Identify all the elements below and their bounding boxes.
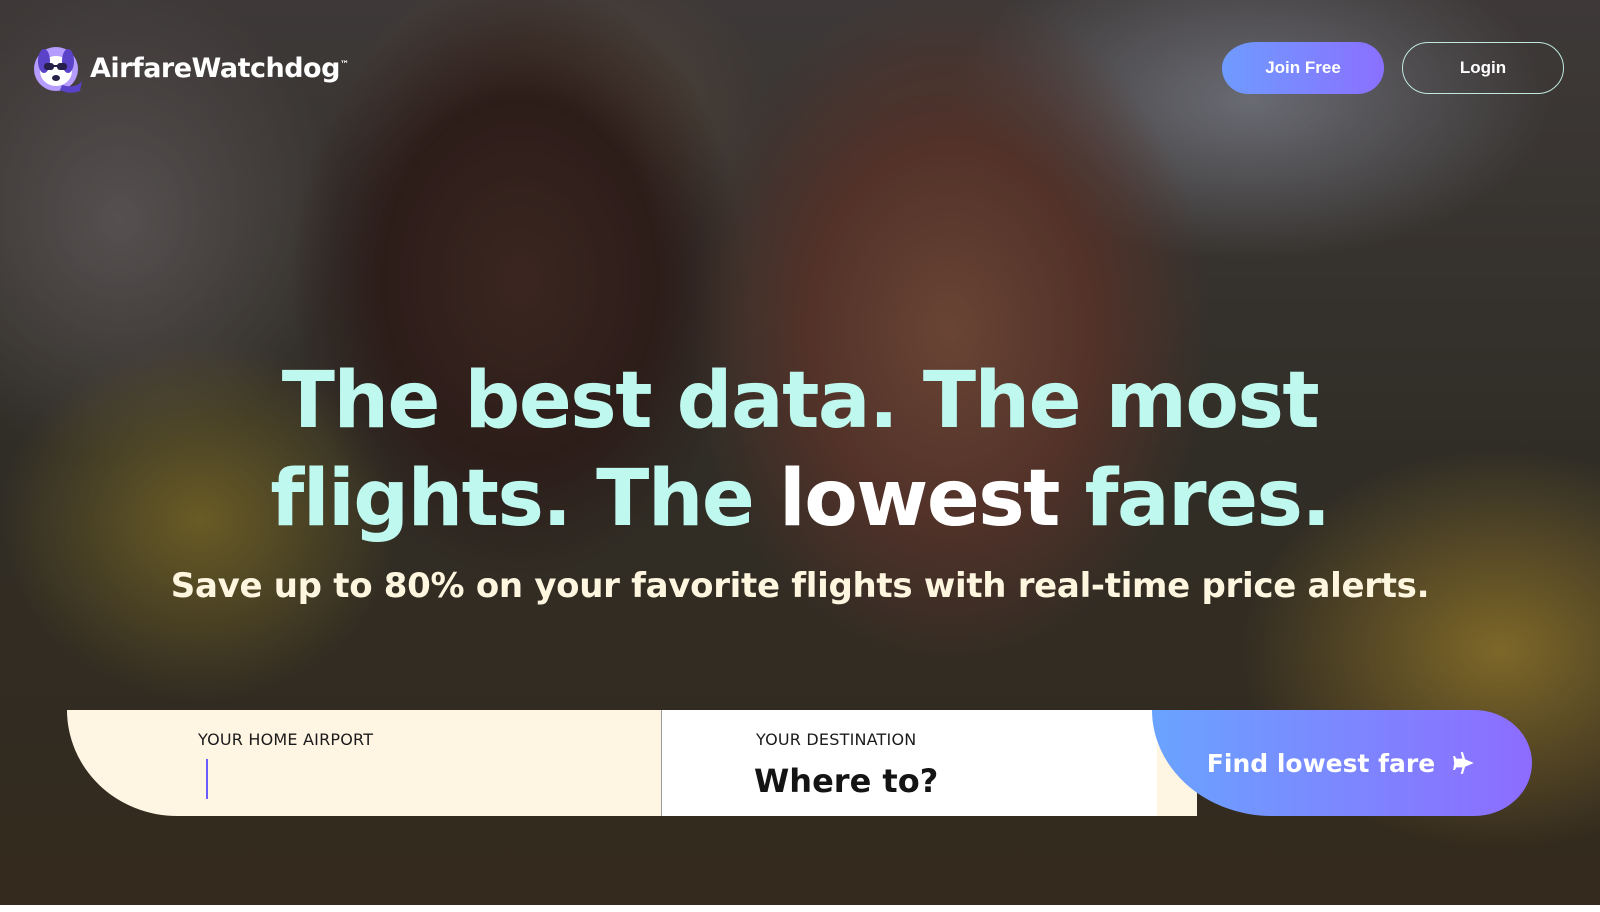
headline-line-2-start: flights. The	[270, 454, 779, 544]
home-airport-field[interactable]: YOUR HOME AIRPORT	[67, 710, 661, 816]
headline-highlight-word: lowest	[778, 454, 1061, 544]
hero-headline: The best data. The most flights. The low…	[0, 352, 1600, 548]
brand-logo[interactable]: AirfareWatchdog™	[32, 40, 349, 96]
airplane-icon	[1451, 750, 1477, 776]
destination-field[interactable]: YOUR DESTINATION	[661, 710, 1157, 816]
trademark-mark: ™	[339, 59, 349, 70]
hero-subheadline: Save up to 80% on your favorite flights …	[170, 566, 1430, 606]
find-lowest-fare-button[interactable]: Find lowest fare	[1152, 710, 1532, 816]
home-airport-input[interactable]	[209, 758, 639, 802]
find-lowest-fare-label: Find lowest fare	[1206, 748, 1436, 778]
text-cursor	[206, 759, 208, 799]
page-bottom-edge	[0, 905, 1600, 912]
home-airport-label: YOUR HOME AIRPORT	[198, 730, 374, 749]
watchdog-mascot-icon	[32, 41, 84, 95]
destination-label: YOUR DESTINATION	[756, 730, 917, 749]
destination-input[interactable]	[754, 758, 1134, 804]
headline-line-2-end: fares.	[1058, 454, 1332, 544]
brand-name: AirfareWatchdog™	[90, 52, 349, 84]
headline-line-1: The best data. The most	[281, 356, 1320, 446]
join-free-button[interactable]: Join Free	[1222, 42, 1384, 94]
login-button[interactable]: Login	[1402, 42, 1564, 94]
flight-search-form: YOUR HOME AIRPORT YOUR DESTINATION Find …	[67, 710, 1532, 816]
